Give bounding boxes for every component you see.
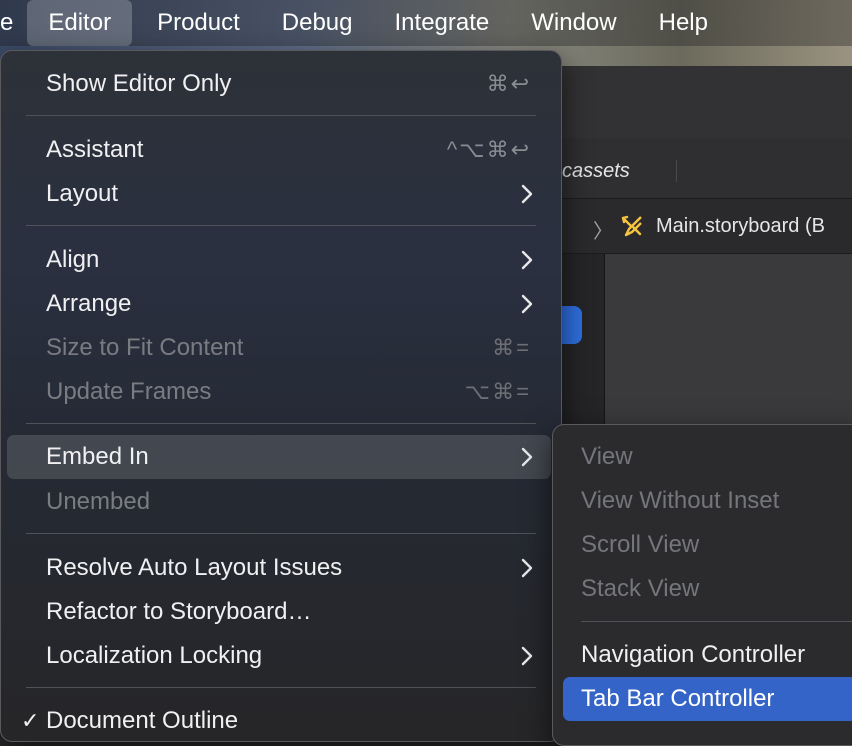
menu-item-label: Document Outline [46, 707, 239, 734]
menu-item-align[interactable]: Align [7, 238, 551, 282]
menu-item-assistant[interactable]: Assistant ^⌥⌘↩ [7, 128, 551, 172]
menu-item-shortcut: ⌥⌘= [464, 379, 531, 404]
checkmark-icon: ✓ [21, 708, 40, 733]
chevron-right-icon [521, 294, 533, 314]
submenu-item-view-without-inset: View Without Inset [563, 479, 852, 523]
menu-item-label: Assistant [46, 136, 144, 163]
submenu-item-stack-view: Stack View [563, 567, 852, 611]
menubar-item-debug[interactable]: Debug [261, 0, 374, 46]
menu-item-shortcut: ⌘= [492, 335, 531, 360]
menu-item-shortcut: ⌘↩ [486, 71, 531, 96]
submenu-item-label: View [581, 443, 633, 470]
menu-item-size-to-fit-content: Size to Fit Content ⌘= [7, 326, 551, 370]
chevron-right-icon [521, 447, 533, 467]
menu-separator [26, 115, 536, 116]
submenu-item-label: Tab Bar Controller [581, 685, 775, 712]
breadcrumb-separator: 〉 [593, 221, 613, 243]
menu-item-resolve-auto-layout-issues[interactable]: Resolve Auto Layout Issues [7, 546, 551, 590]
chevron-right-icon [521, 646, 533, 666]
menu-item-document-outline[interactable]: ✓ Document Outline [7, 699, 551, 743]
menu-item-label: Update Frames [46, 378, 212, 405]
chevron-right-icon [521, 184, 533, 204]
submenu-item-navigation-controller[interactable]: Navigation Controller [563, 633, 852, 677]
submenu-item-label: View Without Inset [581, 487, 780, 514]
tab-divider [676, 160, 677, 182]
menu-separator [581, 621, 852, 622]
submenu-item-label: Navigation Controller [581, 641, 806, 668]
menu-separator [26, 533, 536, 534]
menu-separator [26, 423, 536, 424]
menu-item-layout[interactable]: Layout [7, 172, 551, 216]
menu-item-label: Arrange [46, 290, 132, 317]
submenu-item-label: Stack View [581, 575, 700, 602]
menubar-item-editor[interactable]: Editor [27, 0, 133, 46]
menu-item-refactor-to-storyboard[interactable]: Refactor to Storyboard… [7, 590, 551, 634]
menubar-item-help[interactable]: Help [638, 0, 729, 46]
menu-item-arrange[interactable]: Arrange [7, 282, 551, 326]
menu-item-shortcut: ^⌥⌘↩ [446, 137, 531, 162]
chevron-right-icon [521, 558, 533, 578]
menu-bar: e Editor Product Debug Integrate Window … [0, 0, 852, 46]
menu-item-show-editor-only[interactable]: Show Editor Only ⌘↩ [7, 62, 551, 106]
menu-separator [26, 225, 536, 226]
menu-item-embed-in[interactable]: Embed In [7, 435, 551, 479]
breadcrumb-storyboard[interactable]: Main.storyboard (B [656, 215, 825, 238]
submenu-item-view: View [563, 435, 852, 479]
menu-item-label: Layout [46, 180, 119, 207]
window-toolbar [540, 66, 852, 139]
menu-item-label: Align [46, 246, 100, 273]
menu-item-localization-locking[interactable]: Localization Locking [7, 634, 551, 678]
menubar-item-integrate[interactable]: Integrate [374, 0, 511, 46]
menu-separator [26, 687, 536, 688]
submenu-item-tab-bar-controller[interactable]: Tab Bar Controller [563, 677, 852, 721]
menubar-item-window[interactable]: Window [510, 0, 637, 46]
storyboard-file-icon [621, 215, 642, 237]
menu-item-label: Refactor to Storyboard… [46, 598, 312, 625]
editor-menu: Show Editor Only ⌘↩ Assistant ^⌥⌘↩ Layou… [0, 50, 562, 742]
chevron-right-icon [521, 250, 533, 270]
embed-in-submenu: View View Without Inset Scroll View Stac… [552, 424, 852, 746]
menu-item-label: Unembed [46, 488, 151, 515]
submenu-item-scroll-view: Scroll View [563, 523, 852, 567]
menubar-item-product[interactable]: Product [136, 0, 261, 46]
submenu-item-label: Scroll View [581, 531, 700, 558]
menu-item-unembed: Unembed [7, 480, 551, 524]
menu-item-label: Embed In [46, 443, 149, 470]
editor-tab-assets[interactable]: cassets [562, 160, 630, 183]
menubar-item-file[interactable]: e [0, 0, 23, 46]
menu-item-label: Resolve Auto Layout Issues [46, 554, 343, 581]
menu-item-label: Size to Fit Content [46, 334, 244, 361]
menu-item-label: Localization Locking [46, 642, 263, 669]
menu-item-update-frames: Update Frames ⌥⌘= [7, 370, 551, 414]
menu-item-label: Show Editor Only [46, 70, 232, 97]
